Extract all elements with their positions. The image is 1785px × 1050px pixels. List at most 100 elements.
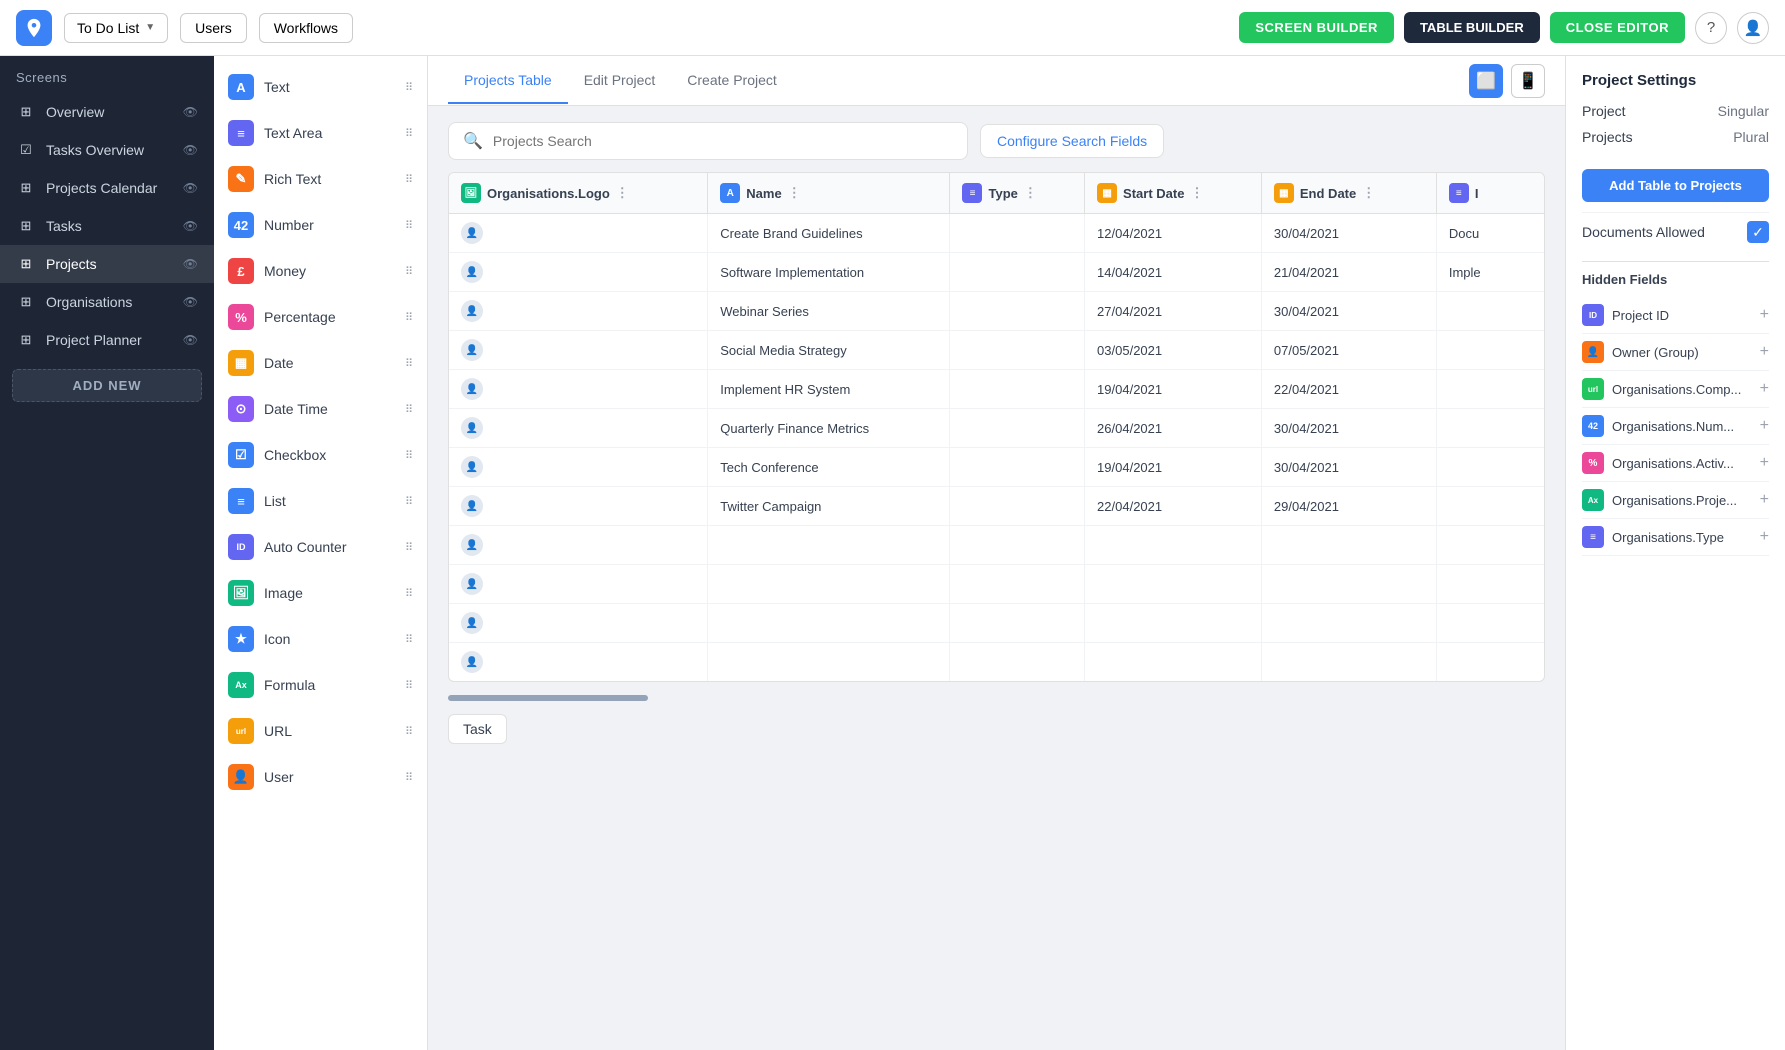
field-checkbox[interactable]: ☑ Checkbox ⠿ bbox=[214, 432, 427, 478]
singular-label: Project bbox=[1582, 103, 1626, 119]
add-table-to-projects-button[interactable]: Add Table to Projects bbox=[1582, 169, 1769, 202]
add-project-id-button[interactable]: + bbox=[1760, 306, 1769, 324]
field-textarea[interactable]: ≡ Text Area ⠿ bbox=[214, 110, 427, 156]
drag-handle-icon[interactable]: ⠿ bbox=[405, 541, 413, 554]
cell-extra bbox=[1436, 292, 1544, 331]
col-menu-icon[interactable]: ⋮ bbox=[616, 185, 629, 201]
scrollbar[interactable] bbox=[448, 694, 1545, 702]
cell-extra bbox=[1436, 604, 1544, 643]
field-money[interactable]: £ Money ⠿ bbox=[214, 248, 427, 294]
cell-name: Quarterly Finance Metrics bbox=[708, 409, 950, 448]
todo-list-dropdown[interactable]: To Do List ▼ bbox=[64, 13, 168, 43]
field-label: Date Time bbox=[264, 401, 328, 417]
field-label: Text bbox=[264, 79, 290, 95]
field-label: URL bbox=[264, 723, 292, 739]
field-image[interactable]: 🖼 Image ⠿ bbox=[214, 570, 427, 616]
field-label: Date bbox=[264, 355, 294, 371]
drag-handle-icon[interactable]: ⠿ bbox=[405, 127, 413, 140]
drag-handle-icon[interactable]: ⠿ bbox=[405, 633, 413, 646]
add-org-proj-button[interactable]: + bbox=[1760, 491, 1769, 509]
drag-handle-icon[interactable]: ⠿ bbox=[405, 265, 413, 278]
row-avatar-icon: 👤 bbox=[461, 534, 483, 556]
org-proj-label: Organisations.Proje... bbox=[1612, 493, 1752, 508]
cell-end-date: 30/04/2021 bbox=[1261, 409, 1436, 448]
drag-handle-icon[interactable]: ⠿ bbox=[405, 173, 413, 186]
help-button[interactable]: ? bbox=[1695, 12, 1727, 44]
table-row: 👤 Create Brand Guidelines 12/04/2021 30/… bbox=[449, 214, 1544, 253]
table-row: 👤 Software Implementation 14/04/2021 21/… bbox=[449, 253, 1544, 292]
cell-end-date: 22/04/2021 bbox=[1261, 370, 1436, 409]
add-org-num-button[interactable]: + bbox=[1760, 417, 1769, 435]
workflows-button[interactable]: Workflows bbox=[259, 13, 353, 43]
field-url[interactable]: url URL ⠿ bbox=[214, 708, 427, 754]
field-text[interactable]: A Text ⠿ bbox=[214, 64, 427, 110]
drag-handle-icon[interactable]: ⠿ bbox=[405, 357, 413, 370]
add-new-button[interactable]: ADD NEW bbox=[12, 369, 202, 402]
table-builder-button[interactable]: TABLE BUILDER bbox=[1404, 12, 1540, 43]
sidebar-item-project-planner[interactable]: ⊞ Project Planner 👁 bbox=[0, 321, 214, 359]
field-richtext[interactable]: ✎ Rich Text ⠿ bbox=[214, 156, 427, 202]
col-type-icon: ≡ bbox=[962, 183, 982, 203]
sidebar-item-organisations[interactable]: ⊞ Organisations 👁 bbox=[0, 283, 214, 321]
mobile-view-button[interactable]: 📱 bbox=[1511, 64, 1545, 98]
sidebar-item-projects[interactable]: ⊞ Projects 👁 bbox=[0, 245, 214, 283]
col-menu-icon[interactable]: ⋮ bbox=[1024, 185, 1037, 201]
drag-handle-icon[interactable]: ⠿ bbox=[405, 449, 413, 462]
eye-icon: 👁 bbox=[183, 105, 198, 119]
docs-allowed-toggle[interactable]: ✓ bbox=[1747, 221, 1769, 243]
drag-handle-icon[interactable]: ⠿ bbox=[405, 587, 413, 600]
tab-create-project[interactable]: Create Project bbox=[671, 58, 792, 104]
task-tag[interactable]: Task bbox=[448, 714, 1545, 744]
sidebar-item-projects-calendar[interactable]: ⊞ Projects Calendar 👁 bbox=[0, 169, 214, 207]
add-owner-button[interactable]: + bbox=[1760, 343, 1769, 361]
drag-handle-icon[interactable]: ⠿ bbox=[405, 219, 413, 232]
sidebar-item-tasks-overview[interactable]: ☑ Tasks Overview 👁 bbox=[0, 131, 214, 169]
field-formula[interactable]: Ax Formula ⠿ bbox=[214, 662, 427, 708]
add-org-activ-button[interactable]: + bbox=[1760, 454, 1769, 472]
field-percentage[interactable]: % Percentage ⠿ bbox=[214, 294, 427, 340]
sidebar-item-tasks[interactable]: ⊞ Tasks 👁 bbox=[0, 207, 214, 245]
field-icon[interactable]: ★ Icon ⠿ bbox=[214, 616, 427, 662]
add-org-comp-button[interactable]: + bbox=[1760, 380, 1769, 398]
cell-end-date: 30/04/2021 bbox=[1261, 448, 1436, 487]
sidebar-item-label: Project Planner bbox=[46, 332, 142, 348]
profile-button[interactable]: 👤 bbox=[1737, 12, 1769, 44]
search-input[interactable] bbox=[493, 133, 953, 149]
sidebar-item-overview[interactable]: ⊞ Overview 👁 bbox=[0, 93, 214, 131]
drag-handle-icon[interactable]: ⠿ bbox=[405, 311, 413, 324]
field-label: Money bbox=[264, 263, 306, 279]
drag-handle-icon[interactable]: ⠿ bbox=[405, 495, 413, 508]
drag-handle-icon[interactable]: ⠿ bbox=[405, 679, 413, 692]
drag-handle-icon[interactable]: ⠿ bbox=[405, 725, 413, 738]
field-datetime[interactable]: ⊙ Date Time ⠿ bbox=[214, 386, 427, 432]
field-number[interactable]: 42 Number ⠿ bbox=[214, 202, 427, 248]
field-date[interactable]: ▦ Date ⠿ bbox=[214, 340, 427, 386]
drag-handle-icon[interactable]: ⠿ bbox=[405, 403, 413, 416]
eye-icon: 👁 bbox=[183, 219, 198, 233]
col-menu-icon[interactable]: ⋮ bbox=[788, 185, 801, 201]
row-avatar-icon: 👤 bbox=[461, 456, 483, 478]
screen-builder-button[interactable]: SCREEN BUILDER bbox=[1239, 12, 1394, 43]
date-field-icon: ▦ bbox=[228, 350, 254, 376]
desktop-view-button[interactable]: ⬜ bbox=[1469, 64, 1503, 98]
field-list[interactable]: ≡ List ⠿ bbox=[214, 478, 427, 524]
eye-icon: 👁 bbox=[183, 257, 198, 271]
close-editor-button[interactable]: CLOSE EDITOR bbox=[1550, 12, 1685, 43]
cell-start-date: 22/04/2021 bbox=[1085, 487, 1262, 526]
cell-extra bbox=[1436, 409, 1544, 448]
hidden-field-org-proj: Ax Organisations.Proje... + bbox=[1582, 482, 1769, 519]
cell-type bbox=[950, 487, 1085, 526]
drag-handle-icon[interactable]: ⠿ bbox=[405, 81, 413, 94]
configure-search-fields-button[interactable]: Configure Search Fields bbox=[980, 124, 1164, 158]
field-autocounter[interactable]: ID Auto Counter ⠿ bbox=[214, 524, 427, 570]
col-menu-icon[interactable]: ⋮ bbox=[1362, 185, 1375, 201]
field-user[interactable]: 👤 User ⠿ bbox=[214, 754, 427, 800]
col-menu-icon[interactable]: ⋮ bbox=[1190, 185, 1203, 201]
users-button[interactable]: Users bbox=[180, 13, 247, 43]
add-org-type-button[interactable]: + bbox=[1760, 528, 1769, 546]
cell-logo: 👤 bbox=[449, 604, 708, 643]
cell-name: Software Implementation bbox=[708, 253, 950, 292]
tab-edit-project[interactable]: Edit Project bbox=[568, 58, 672, 104]
drag-handle-icon[interactable]: ⠿ bbox=[405, 771, 413, 784]
tab-projects-table[interactable]: Projects Table bbox=[448, 58, 568, 104]
